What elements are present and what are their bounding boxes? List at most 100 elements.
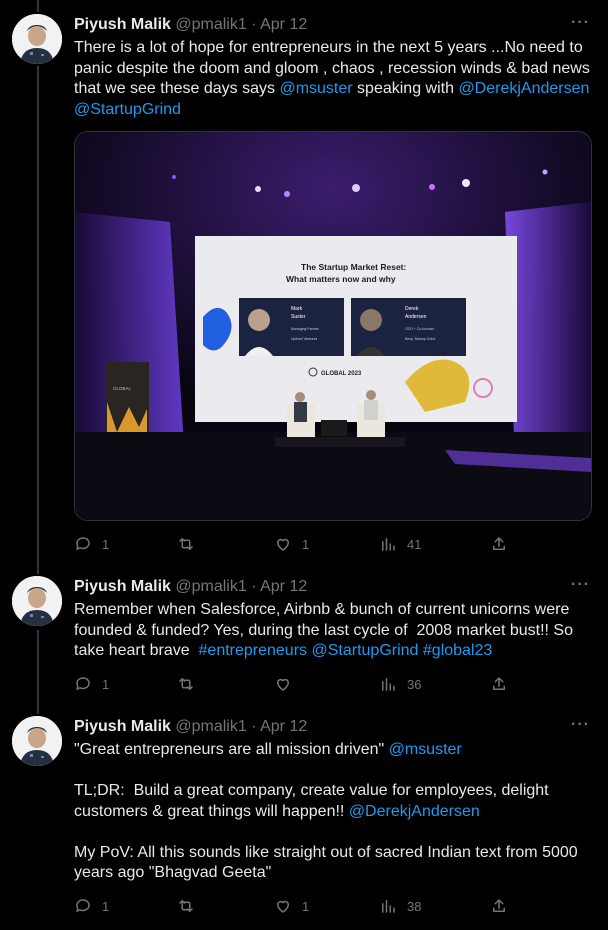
separator-dot: · [251,718,257,735]
podium-label: GLOBAL [113,386,132,391]
stage-light [542,169,548,175]
retweet-icon [179,538,193,550]
tweet-date[interactable]: Apr 12 [260,16,307,33]
mention-link[interactable]: @msuster [389,741,462,758]
avatar[interactable] [12,716,62,766]
tweet-actions: 1 1 41 [74,534,514,554]
reply-button[interactable]: 1 [74,674,109,694]
view-count: 36 [407,676,422,692]
tweet-photo[interactable]: The Startup Market Reset: What matters n… [74,131,592,521]
retweet-icon [179,678,193,690]
share-button[interactable] [490,674,508,694]
slide-subtitle: What matters now and why [286,274,396,284]
like-count: 1 [302,898,310,914]
retweet-icon [179,900,193,912]
heart-icon [277,678,289,691]
share-icon [493,677,505,690]
tweet-actions: 1 36 [74,674,514,694]
bar-chart-icon [382,900,395,913]
tweet[interactable]: Piyush Malik @pmalik1 · Apr 12 ··· "Grea… [0,716,608,920]
tweet[interactable]: Piyush Malik @pmalik1 · Apr 12 ··· There… [0,14,608,564]
stage-light [429,184,435,190]
stage-light [172,175,176,179]
tweet-header: Piyush Malik @pmalik1 · Apr 12 [74,576,592,598]
mention-link[interactable]: @DerekjAndersen [349,803,480,820]
mention-link[interactable]: @DerekjAndersen [458,80,589,97]
bar-chart-icon [382,538,395,551]
speech-bubble-icon [76,677,90,690]
author-name[interactable]: Piyush Malik [74,718,171,735]
author-handle[interactable]: @pmalik1 [175,578,246,595]
more-dots-icon[interactable]: ··· [571,576,590,594]
share-button[interactable] [490,534,508,554]
share-button[interactable] [490,896,508,916]
side-table [321,420,347,436]
speaker-person [366,390,376,400]
more-dots-icon[interactable]: ··· [571,716,590,734]
retweet-button[interactable] [177,674,205,694]
thread-line [37,0,39,12]
share-icon [493,899,505,912]
tweet-header: Piyush Malik @pmalik1 · Apr 12 [74,14,592,36]
like-button[interactable]: 1 [274,534,309,554]
view-count: 38 [407,898,422,914]
tweet-date[interactable]: Apr 12 [260,718,307,735]
tweet-text-segment: "Great entrepreneurs are all mission dri… [74,741,389,758]
avatar[interactable] [12,14,62,64]
author-handle[interactable]: @pmalik1 [175,718,246,735]
mention-link[interactable]: @StartupGrind [311,642,418,659]
view-count: 41 [407,536,422,552]
tweet-actions: 1 1 38 [74,896,514,916]
heart-icon [277,900,289,913]
right-curtain [505,202,591,467]
speaker2-last-name: Andersen [405,314,427,320]
speaker1-first-name: Mark [291,306,303,312]
hashtag-link[interactable]: #global23 [423,642,492,659]
speaker1-last-name: Suster [291,314,306,320]
author-name[interactable]: Piyush Malik [74,16,171,33]
tweet-date[interactable]: Apr 12 [260,578,307,595]
speaker2-first-name: Derek [405,306,419,312]
speaker1-org: Upfront Ventures [291,337,318,341]
views-button[interactable]: 38 [379,896,421,916]
retweet-button[interactable] [177,534,205,554]
tweet-text: There is a lot of hope for entrepreneurs… [74,38,590,120]
mention-link[interactable]: @StartupGrind [74,101,181,118]
reply-count: 1 [102,676,110,692]
reply-count: 1 [102,536,110,552]
like-button[interactable]: 1 [274,896,309,916]
bar-chart-icon [382,678,395,691]
speaker2-org: Bevy, Startup Grind [405,337,435,341]
reply-button[interactable]: 1 [74,534,109,554]
more-dots-icon[interactable]: ··· [571,14,590,32]
stage-light [352,184,360,192]
like-count: 1 [302,536,310,552]
views-button[interactable]: 41 [379,534,421,554]
separator-dot: · [251,16,257,33]
tweet-text: "Great entrepreneurs are all mission dri… [74,740,590,884]
share-icon [493,537,505,550]
author-name[interactable]: Piyush Malik [74,578,171,595]
speech-bubble-icon [76,537,90,550]
reply-button[interactable]: 1 [74,896,109,916]
like-button[interactable] [274,674,302,694]
tweet-text-segment: speaking with [352,80,459,97]
event-name: GLOBAL 2023 [321,371,362,377]
views-button[interactable]: 36 [379,674,421,694]
tweet-text-segment: TL;DR: Build a great company, create val… [74,782,549,820]
author-handle[interactable]: @pmalik1 [175,16,246,33]
retweet-button[interactable] [177,896,205,916]
stage-photo: The Startup Market Reset: What matters n… [75,132,591,520]
speaker2-role: CEO + Co-founder [405,327,435,331]
avatar[interactable] [12,576,62,626]
tweet-header: Piyush Malik @pmalik1 · Apr 12 [74,716,592,738]
mention-link[interactable]: @msuster [279,80,352,97]
separator-dot: · [251,578,257,595]
heart-icon [277,538,289,551]
tweet[interactable]: Piyush Malik @pmalik1 · Apr 12 ··· Remem… [0,576,608,702]
hashtag-link[interactable]: #entrepreneurs [199,642,308,659]
tweet-text: Remember when Salesforce, Airbnb & bunch… [74,600,590,662]
reply-count: 1 [102,898,110,914]
stage-light [255,186,261,192]
speech-bubble-icon [76,899,90,912]
